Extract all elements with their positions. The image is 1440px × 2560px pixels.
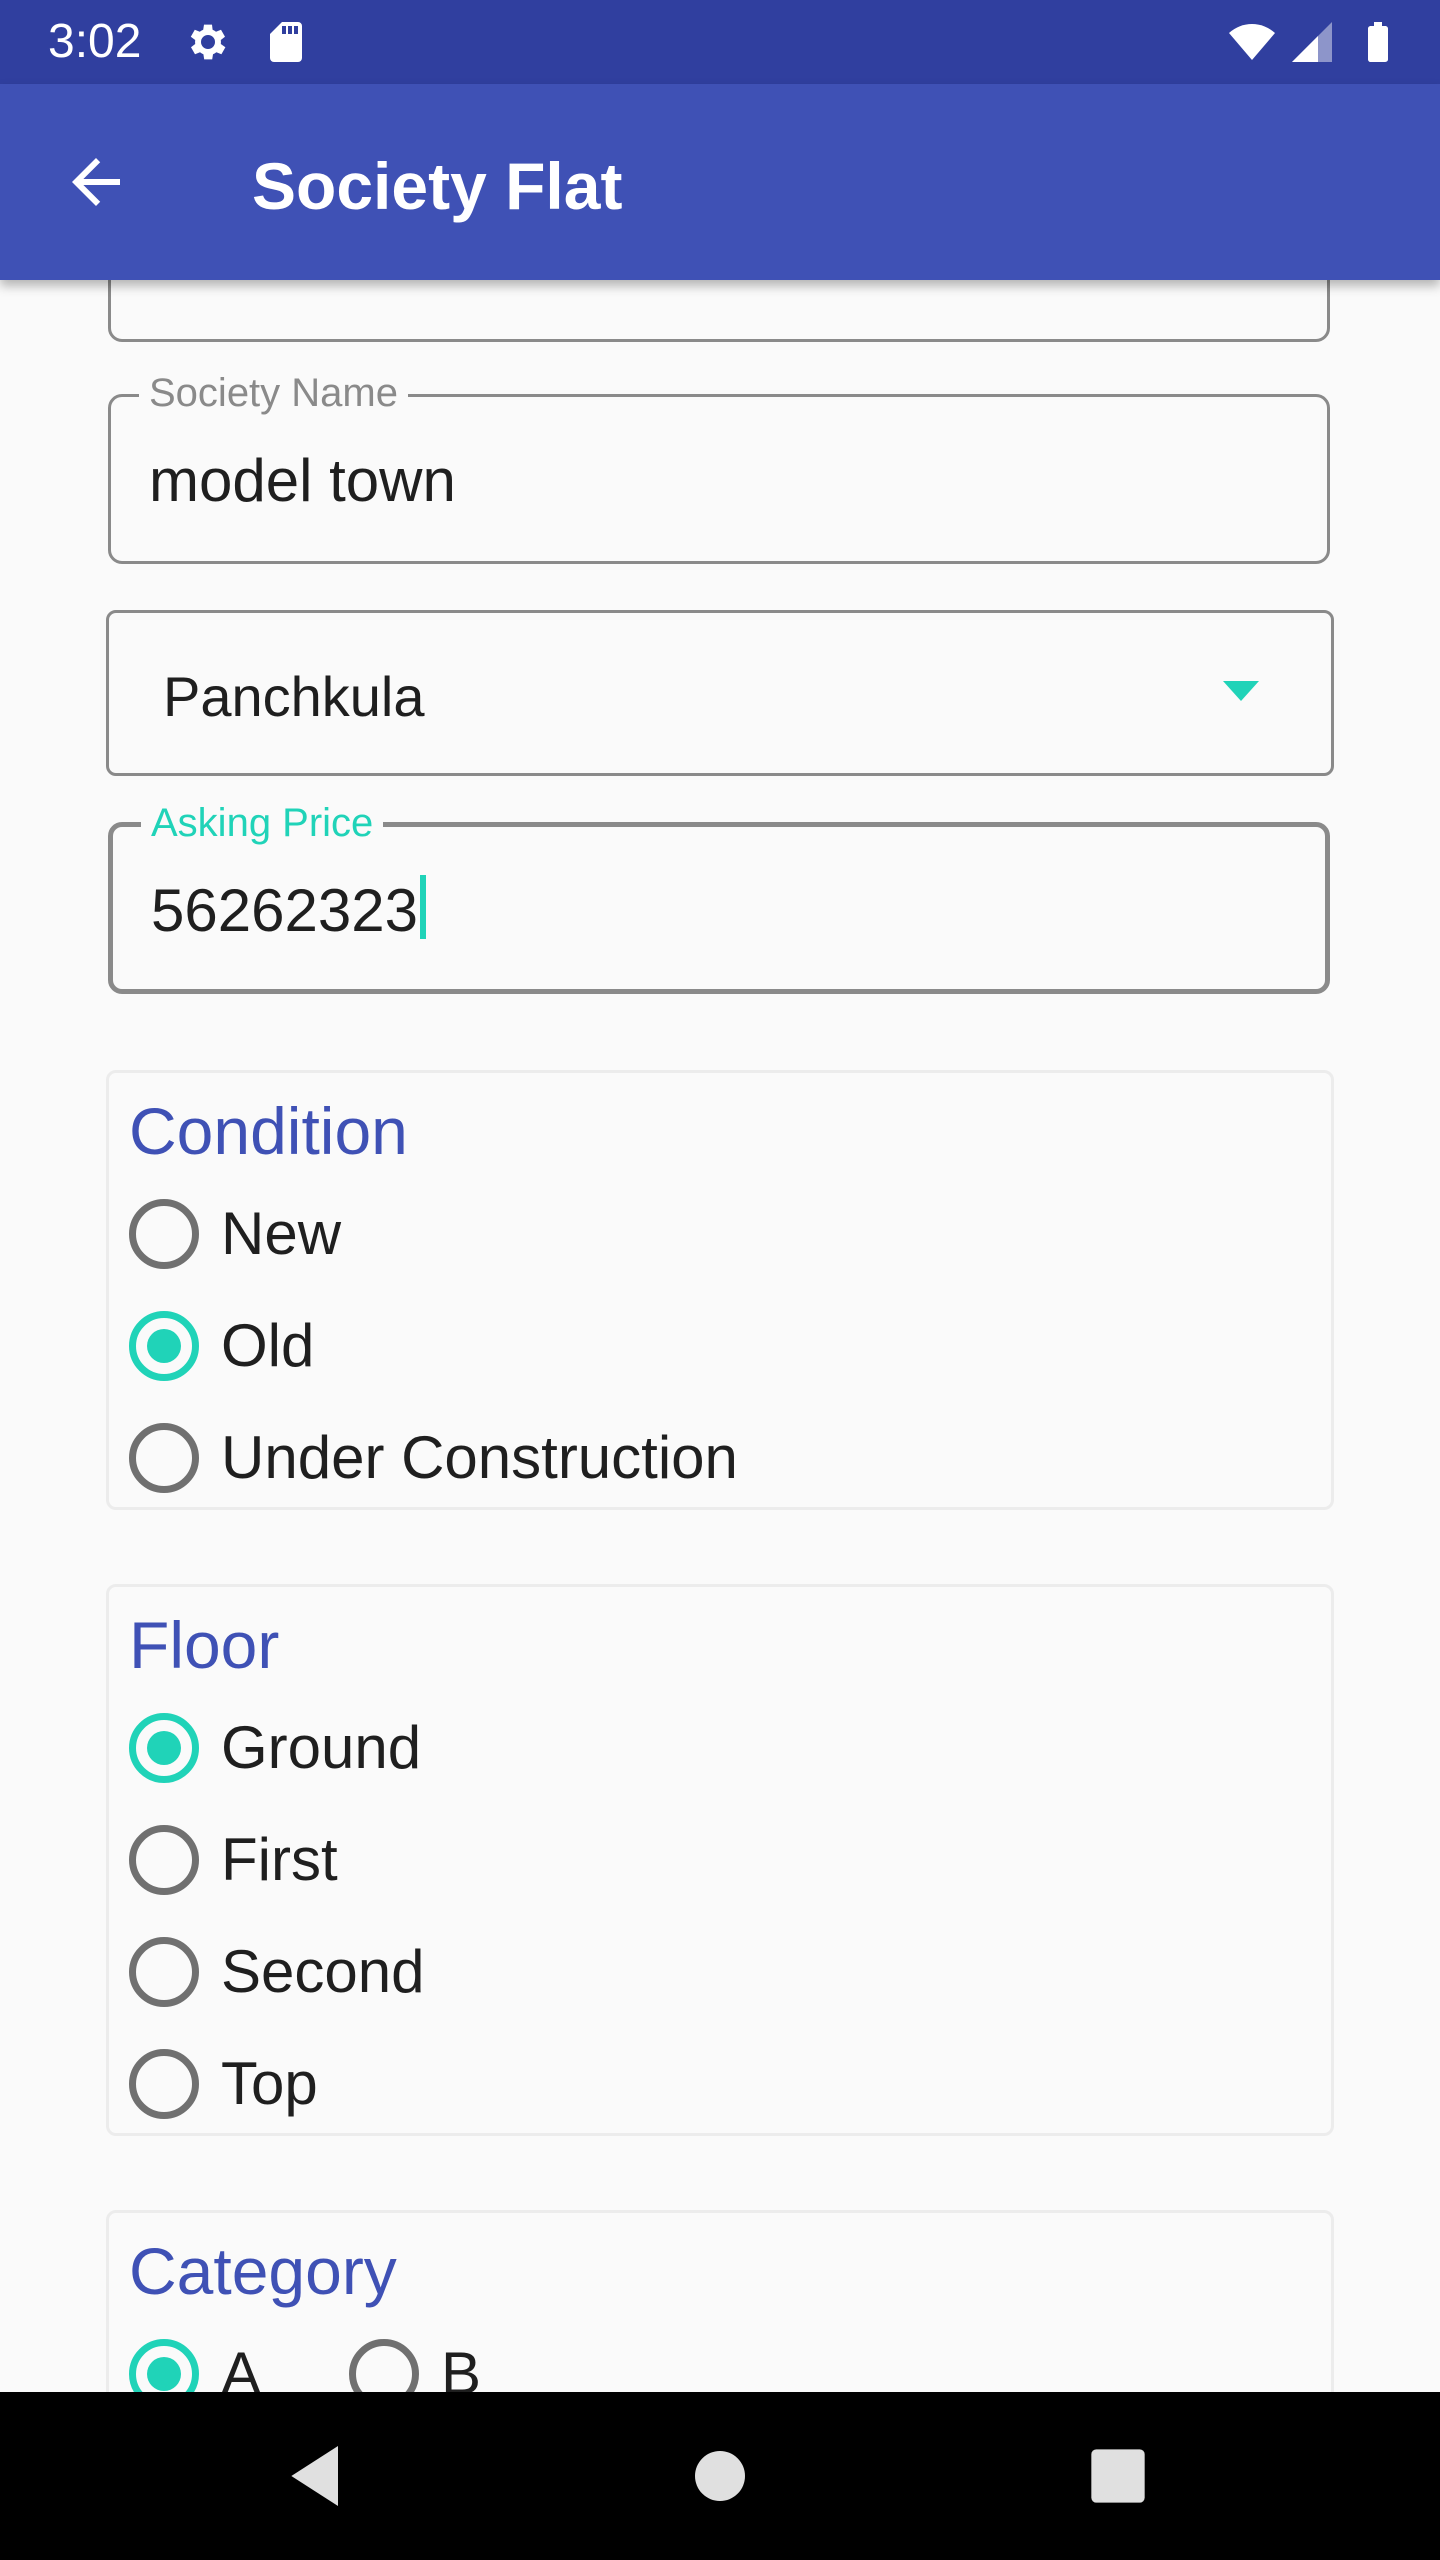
radio-floor-ground[interactable]: Ground bbox=[129, 1703, 421, 1793]
radio-floor-second[interactable]: Second bbox=[129, 1927, 425, 2017]
radio-label: Under Construction bbox=[221, 1424, 738, 1491]
radio-label: Top bbox=[221, 2050, 318, 2117]
dropdown-arrow-icon bbox=[1223, 681, 1259, 701]
radio-label: Ground bbox=[221, 1714, 422, 1781]
status-time: 3:02 bbox=[48, 15, 142, 68]
battery-icon bbox=[1368, 22, 1388, 62]
radio-circle bbox=[129, 1825, 199, 1895]
society-name-field[interactable]: Society Name model town bbox=[108, 367, 1330, 564]
radio-circle bbox=[129, 1713, 199, 1783]
city-dropdown-value: Panchkula bbox=[163, 665, 425, 728]
app-bar: Society Flat bbox=[0, 84, 1440, 280]
radio-circle bbox=[129, 1423, 199, 1493]
gear-icon bbox=[190, 24, 226, 60]
radio-circle bbox=[129, 2049, 199, 2119]
radio-circle bbox=[129, 1311, 199, 1381]
category-title: Category bbox=[129, 2234, 397, 2308]
sd-card-icon bbox=[270, 22, 302, 62]
form-content[interactable]: Society Name model town Panchkula Asking… bbox=[0, 280, 1440, 2392]
radio-category-b[interactable]: B bbox=[349, 2329, 481, 2392]
back-triangle-icon[interactable] bbox=[278, 2436, 358, 2516]
system-nav-bar bbox=[0, 2392, 1440, 2560]
arrow-back-icon[interactable] bbox=[60, 146, 132, 218]
signal-icon bbox=[1292, 22, 1332, 62]
radio-label: New bbox=[221, 1200, 342, 1267]
asking-price-field[interactable]: Asking Price 56262323 bbox=[108, 797, 1330, 994]
radio-label: A bbox=[221, 2340, 262, 2392]
society-name-input[interactable]: model town bbox=[149, 445, 456, 517]
radio-label: First bbox=[221, 1826, 338, 1893]
radio-condition-old[interactable]: Old bbox=[129, 1301, 314, 1391]
text-cursor bbox=[419, 875, 426, 939]
condition-group: Condition New Old Under Construction bbox=[106, 1070, 1334, 1510]
radio-condition-under-construction[interactable]: Under Construction bbox=[129, 1413, 738, 1503]
wifi-icon bbox=[1229, 24, 1275, 60]
recents-square-icon[interactable] bbox=[1078, 2436, 1158, 2516]
radio-condition-new[interactable]: New bbox=[129, 1189, 341, 1279]
floor-group: Floor Ground First Second Top bbox=[106, 1584, 1334, 2136]
radio-label: Second bbox=[221, 1938, 425, 2005]
radio-label: B bbox=[441, 2340, 482, 2392]
floor-title: Floor bbox=[129, 1608, 280, 1682]
asking-price-input[interactable]: 56262323 bbox=[151, 875, 426, 947]
page-title: Society Flat bbox=[252, 149, 623, 223]
city-dropdown[interactable]: Panchkula bbox=[106, 610, 1334, 776]
radio-circle bbox=[349, 2339, 419, 2392]
condition-title: Condition bbox=[129, 1094, 408, 1168]
home-circle-icon[interactable] bbox=[680, 2436, 760, 2516]
radio-category-a[interactable]: A bbox=[129, 2329, 261, 2392]
society-name-label: Society Name bbox=[139, 367, 408, 419]
radio-circle bbox=[129, 1937, 199, 2007]
category-group: Category A B bbox=[106, 2210, 1334, 2392]
radio-circle bbox=[129, 2339, 199, 2392]
asking-price-value: 56262323 bbox=[151, 877, 418, 944]
status-bar: 3:02 bbox=[0, 0, 1440, 84]
asking-price-label: Asking Price bbox=[141, 797, 384, 849]
radio-label: Old bbox=[221, 1312, 315, 1379]
radio-circle bbox=[129, 1199, 199, 1269]
radio-floor-top[interactable]: Top bbox=[129, 2039, 318, 2129]
previous-text-field[interactable] bbox=[108, 280, 1330, 342]
radio-floor-first[interactable]: First bbox=[129, 1815, 338, 1905]
